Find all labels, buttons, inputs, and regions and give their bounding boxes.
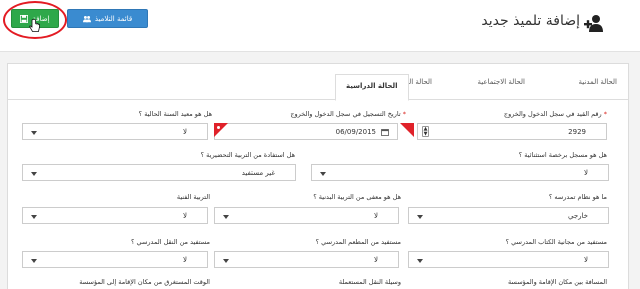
arts-education-label: التربية الفنية: [176, 193, 210, 201]
registration-date-label: * تاريخ التسجيل في سجل الدخول والخروج: [290, 110, 406, 118]
school-canteen-select[interactable]: لا: [214, 251, 399, 268]
repeating-year-select[interactable]: لا: [22, 123, 208, 140]
distance-label: المسافة بين مكان الإقامة والمؤسسة: [507, 278, 607, 286]
special-exception-select[interactable]: لا: [311, 164, 609, 181]
chevron-down-icon: [31, 215, 37, 219]
chevron-down-icon: [31, 172, 37, 176]
chevron-down-icon: [417, 259, 423, 263]
chevron-down-icon: [31, 131, 37, 135]
study-system-select[interactable]: خارجي: [408, 207, 609, 224]
registry-number-label: * رقم القيد في سجل الدخول والخروج: [503, 110, 607, 118]
students-list-label: قائمة التلاميذ: [94, 14, 133, 23]
required-corner-dot: [217, 126, 220, 129]
preparatory-label: هل استفادة من التربية التحضيرية ؟: [200, 151, 295, 159]
tab-bar: الحالة المدنية الحالة الاجتماعية الحالة …: [8, 74, 628, 101]
tab-civil-status[interactable]: الحالة المدنية: [579, 78, 617, 86]
preparatory-select[interactable]: غير مستفيد: [22, 164, 296, 181]
pe-exempt-label: هل هو معفى من التربية البدنية ؟: [313, 193, 401, 201]
travel-time-label: الوقت المستغرق من مكان الإقامة إلى المؤس…: [79, 278, 210, 286]
chevron-down-icon: [223, 259, 229, 263]
arts-education-select[interactable]: لا: [22, 207, 208, 224]
special-exception-label: هل هو مسجل برخصة استثنائية ؟: [518, 151, 607, 159]
chevron-down-icon: [223, 215, 229, 219]
students-list-button[interactable]: قائمة التلاميذ: [67, 9, 148, 28]
registry-number-input[interactable]: 2929 ▲ ▼: [417, 123, 607, 140]
school-book-select[interactable]: لا: [408, 251, 609, 268]
group-icon: [82, 15, 91, 22]
chevron-down-icon: [320, 172, 326, 176]
student-form-panel: الحالة المدنية الحالة الاجتماعية الحالة …: [7, 63, 629, 289]
required-corner-marker-2: [400, 123, 414, 137]
school-transport-label: مستفيد من النقل المدرسي ؟: [131, 238, 210, 246]
tab-study-status[interactable]: الحالة الدراسية: [335, 74, 409, 101]
school-canteen-label: مستفيد من المطعم المدرسي ؟: [315, 238, 401, 246]
transport-means-label: وسيلة النقل المستعملة: [338, 278, 401, 286]
hand-cursor-icon: [29, 19, 40, 32]
required-corner-marker: [214, 123, 228, 137]
tab-social-status[interactable]: الحالة الاجتماعية: [478, 78, 525, 86]
calendar-icon[interactable]: [381, 128, 389, 136]
chevron-down-icon: [417, 215, 423, 219]
page-header: إضافة تلميذ جديد قائمة التلاميذ إضافة: [0, 0, 640, 52]
pe-exempt-select[interactable]: لا: [214, 207, 399, 224]
page-title: إضافة تلميذ جديد: [481, 13, 580, 29]
repeating-year-label: هل هو معيد السنة الحالية ؟: [138, 110, 212, 118]
registration-date-input[interactable]: 06/09/2015: [214, 123, 398, 140]
school-book-label: مستفيد من مجانية الكتاب المدرسي ؟: [505, 238, 607, 246]
study-system-label: ما هو نظام تمدرسه ؟: [548, 193, 607, 201]
number-spinner-icon[interactable]: ▲ ▼: [422, 126, 429, 137]
school-transport-select[interactable]: لا: [22, 251, 208, 268]
user-plus-icon: [584, 15, 603, 32]
chevron-down-icon: [31, 259, 37, 263]
